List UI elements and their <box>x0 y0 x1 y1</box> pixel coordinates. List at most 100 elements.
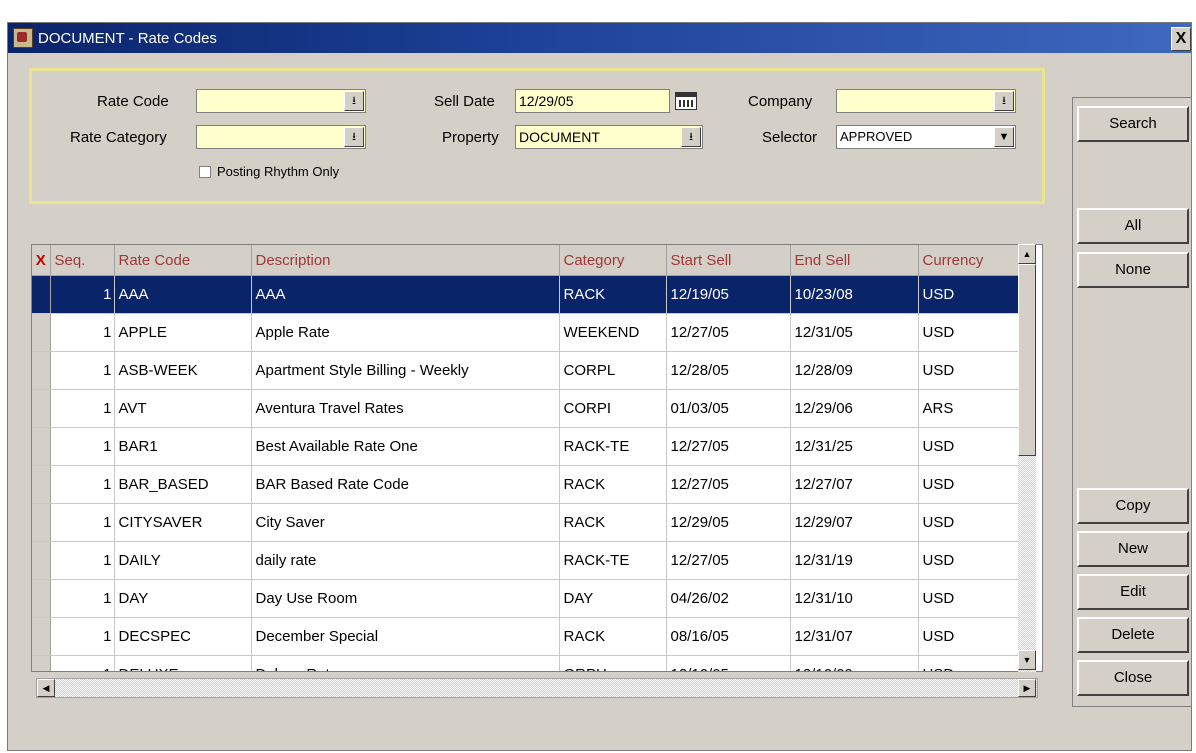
title-bar[interactable]: DOCUMENT - Rate Codes X <box>8 23 1191 53</box>
chevron-down-icon[interactable]: ▼ <box>994 127 1014 147</box>
copy-button[interactable]: Copy <box>1077 488 1189 524</box>
table-row[interactable]: 1 BAR_BASED BAR Based Rate Code RACK 12/… <box>32 465 1029 504</box>
cell-category: RACK-TE <box>559 541 667 580</box>
scroll-down-icon[interactable]: ▼ <box>1018 650 1036 670</box>
search-button[interactable]: Search <box>1077 106 1189 142</box>
cell-seq: 1 <box>50 503 115 542</box>
rate-category-field[interactable]: ⭳ <box>196 125 366 149</box>
cell-end-sell: 12/28/09 <box>790 351 919 390</box>
table-row[interactable]: 1 ASB-WEEK Apartment Style Billing - Wee… <box>32 351 1029 390</box>
row-selector[interactable] <box>32 351 51 390</box>
cell-seq: 1 <box>50 541 115 580</box>
scroll-up-icon[interactable]: ▲ <box>1018 244 1036 264</box>
new-button[interactable]: New <box>1077 531 1189 567</box>
scroll-right-icon[interactable]: ▶ <box>1018 679 1036 697</box>
cell-category: RACK <box>559 503 667 542</box>
table-row[interactable]: 1 DELUXE Deluxe Rate GRPH 12/10/05 12/10… <box>32 655 1029 671</box>
cell-currency: USD <box>918 541 1029 580</box>
close-button[interactable]: Close <box>1077 660 1189 696</box>
row-selector[interactable] <box>32 503 51 542</box>
cell-start-sell: 12/27/05 <box>666 427 791 466</box>
cell-rate-code: DECSPEC <box>114 617 252 656</box>
vertical-scrollbar[interactable]: ▲ ▼ <box>1018 244 1036 672</box>
cell-start-sell: 12/19/05 <box>666 275 791 314</box>
table-row[interactable]: 1 DAILY daily rate RACK-TE 12/27/05 12/3… <box>32 541 1029 580</box>
column-header-currency[interactable]: Currency <box>918 245 1029 276</box>
dropdown-arrow-icon[interactable]: ⭳ <box>994 91 1014 111</box>
selector-label: Selector <box>762 129 818 146</box>
cell-currency: USD <box>918 275 1029 314</box>
horizontal-scrollbar[interactable]: ◀ ▶ <box>36 678 1038 698</box>
cell-rate-code: AVT <box>114 389 252 428</box>
cell-category: GRPH <box>559 655 667 671</box>
table-row[interactable]: 1 CITYSAVER City Saver RACK 12/29/05 12/… <box>32 503 1029 542</box>
table-row[interactable]: 1 APPLE Apple Rate WEEKEND 12/27/05 12/3… <box>32 313 1029 352</box>
dropdown-arrow-icon[interactable]: ⭳ <box>681 127 701 147</box>
row-selector[interactable] <box>32 427 51 466</box>
table-row[interactable]: 1 DECSPEC December Special RACK 08/16/05… <box>32 617 1029 656</box>
row-selector[interactable] <box>32 389 51 428</box>
none-button[interactable]: None <box>1077 252 1189 288</box>
cell-currency: USD <box>918 313 1029 352</box>
row-selector[interactable] <box>32 465 51 504</box>
rate-code-field[interactable]: ⭳ <box>196 89 366 113</box>
posting-rhythm-checkbox[interactable] <box>199 166 211 178</box>
scroll-left-icon[interactable]: ◀ <box>37 679 55 697</box>
cell-currency: USD <box>918 427 1029 466</box>
cell-seq: 1 <box>50 465 115 504</box>
column-header-end-sell[interactable]: End Sell <box>790 245 919 276</box>
row-selector[interactable] <box>32 313 51 352</box>
cell-end-sell: 12/31/19 <box>790 541 919 580</box>
column-header-rate-code[interactable]: Rate Code <box>114 245 252 276</box>
table-row[interactable]: 1 BAR1 Best Available Rate One RACK-TE 1… <box>32 427 1029 466</box>
cell-end-sell: 12/31/05 <box>790 313 919 352</box>
sell-date-label: Sell Date <box>434 93 495 110</box>
cell-category: CORPL <box>559 351 667 390</box>
cell-currency: USD <box>918 503 1029 542</box>
row-selector[interactable] <box>32 617 51 656</box>
window-title: DOCUMENT - Rate Codes <box>38 29 217 47</box>
cell-category: RACK <box>559 617 667 656</box>
table-row[interactable]: 1 AVT Aventura Travel Rates CORPI 01/03/… <box>32 389 1029 428</box>
row-selector[interactable] <box>32 275 51 314</box>
column-header-seq[interactable]: Seq. <box>50 245 115 276</box>
selector-dropdown[interactable]: APPROVED ▼ <box>836 125 1016 149</box>
column-header-description[interactable]: Description <box>251 245 560 276</box>
cell-end-sell: 12/31/25 <box>790 427 919 466</box>
sell-date-field[interactable]: 12/29/05 <box>515 89 670 113</box>
edit-button[interactable]: Edit <box>1077 574 1189 610</box>
cell-end-sell: 12/27/07 <box>790 465 919 504</box>
cell-rate-code: BAR_BASED <box>114 465 252 504</box>
cell-start-sell: 04/26/02 <box>666 579 791 618</box>
calendar-icon[interactable] <box>675 92 697 110</box>
delete-button[interactable]: Delete <box>1077 617 1189 653</box>
property-field[interactable]: DOCUMENT ⭳ <box>515 125 703 149</box>
cell-description: BAR Based Rate Code <box>251 465 560 504</box>
cell-end-sell: 12/29/06 <box>790 389 919 428</box>
cell-category: RACK <box>559 465 667 504</box>
column-header-category[interactable]: Category <box>559 245 667 276</box>
cell-end-sell: 12/10/09 <box>790 655 919 671</box>
cell-description: AAA <box>251 275 560 314</box>
app-icon <box>13 28 33 48</box>
all-button[interactable]: All <box>1077 208 1189 244</box>
table-header: X Seq. Rate Code Description Category St… <box>32 245 1029 276</box>
cell-start-sell: 01/03/05 <box>666 389 791 428</box>
company-field[interactable]: ⭳ <box>836 89 1016 113</box>
close-window-button[interactable]: X <box>1171 27 1191 51</box>
table-row[interactable]: 1 AAA AAA RACK 12/19/05 10/23/08 USD <box>32 275 1029 314</box>
column-header-start-sell[interactable]: Start Sell <box>666 245 791 276</box>
cell-seq: 1 <box>50 617 115 656</box>
row-selector[interactable] <box>32 579 51 618</box>
dropdown-arrow-icon[interactable]: ⭳ <box>344 127 364 147</box>
row-selector[interactable] <box>32 655 51 671</box>
cell-category: RACK <box>559 275 667 314</box>
row-selector[interactable] <box>32 541 51 580</box>
cell-description: Apple Rate <box>251 313 560 352</box>
dropdown-arrow-icon[interactable]: ⭳ <box>344 91 364 111</box>
cell-category: WEEKEND <box>559 313 667 352</box>
delete-column-header[interactable]: X <box>32 245 51 276</box>
table-row[interactable]: 1 DAY Day Use Room DAY 04/26/02 12/31/10… <box>32 579 1029 618</box>
cell-category: DAY <box>559 579 667 618</box>
scroll-thumb[interactable] <box>1018 264 1036 456</box>
